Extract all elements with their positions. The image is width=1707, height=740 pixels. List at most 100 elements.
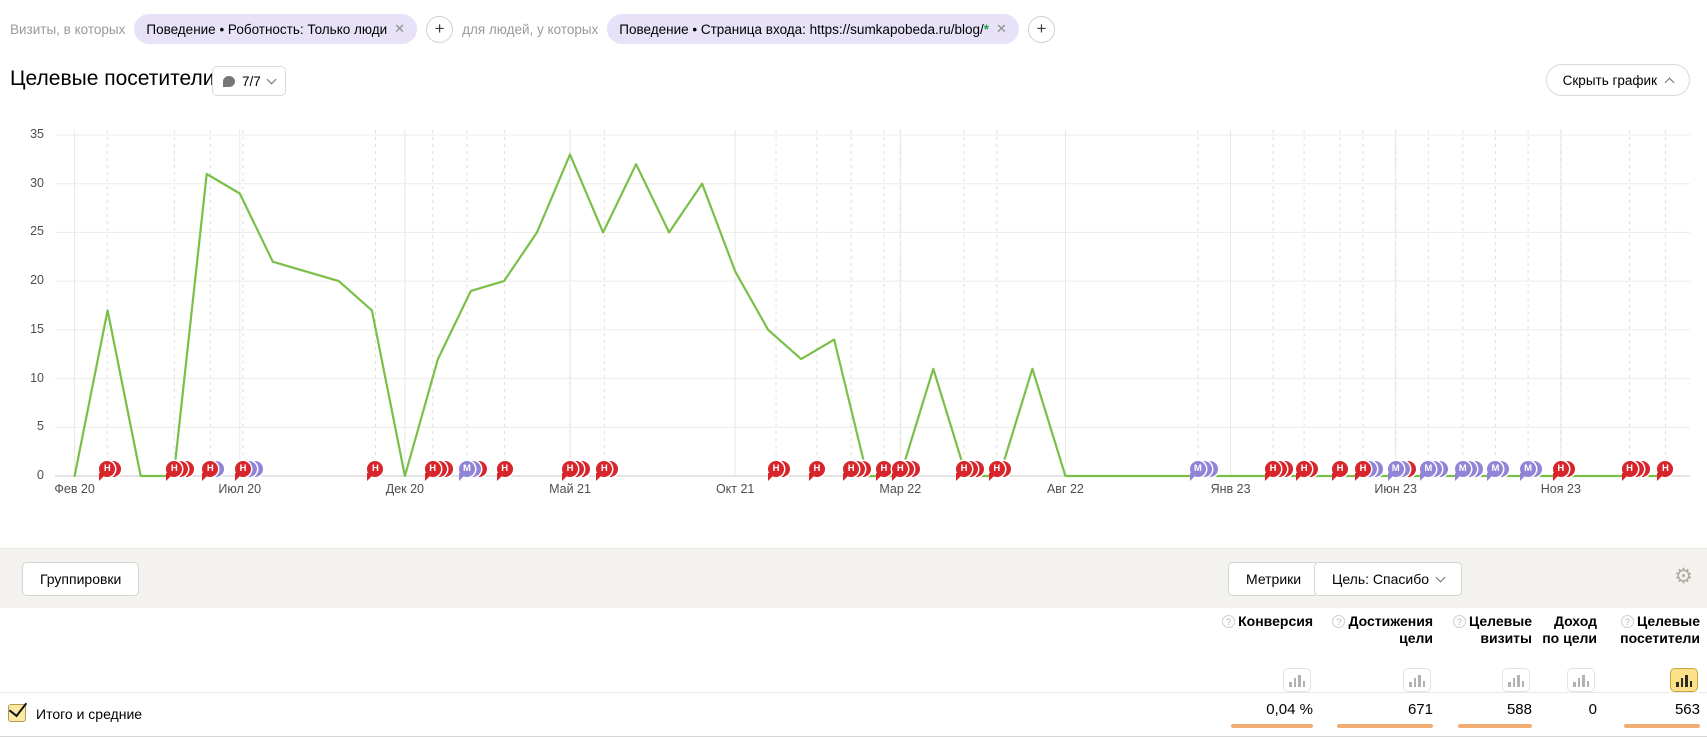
comment-marker-n[interactable]: Н — [562, 461, 578, 477]
chevron-down-icon — [266, 75, 276, 85]
totals-value-bar — [1458, 724, 1532, 728]
column-header-2[interactable]: ?Достижения цели — [1315, 613, 1433, 647]
filter-chip-landing-page[interactable]: Поведение • Страница входа: https://sumk… — [607, 14, 1019, 44]
y-axis-tick-label: 10 — [6, 371, 44, 385]
metrics-button[interactable]: Метрики — [1228, 562, 1319, 596]
column-header-1[interactable]: ?Конверсия — [1188, 613, 1313, 630]
x-axis-tick-label: Фев 20 — [40, 482, 110, 496]
chevron-down-icon — [1436, 573, 1446, 583]
comment-marker-n[interactable]: Н — [235, 461, 251, 477]
help-icon[interactable]: ? — [1621, 615, 1634, 628]
groupings-button[interactable]: Группировки — [22, 562, 139, 596]
comment-marker-m[interactable]: М — [1520, 461, 1536, 477]
totals-row: Итого и средние 0,04 %6715880563 — [0, 692, 1707, 737]
chevron-up-icon — [1665, 77, 1675, 87]
comment-bubble-letter-icon: М — [1455, 461, 1471, 477]
comment-marker-n[interactable]: Н — [596, 461, 612, 477]
comment-bubble-letter-icon: Н — [1296, 461, 1312, 477]
y-axis-tick-label: 30 — [6, 176, 44, 190]
totals-value: 0,04 % — [1193, 701, 1313, 718]
comment-marker-n[interactable]: Н — [956, 461, 972, 477]
comment-marker-n[interactable]: Н — [1622, 461, 1638, 477]
y-axis-tick-label: 35 — [6, 127, 44, 141]
comment-bubble-letter-icon: Н — [562, 461, 578, 477]
comment-marker-n[interactable]: Н — [425, 461, 441, 477]
comment-marker-n[interactable]: Н — [1657, 461, 1673, 477]
comment-marker-n[interactable]: Н — [1355, 461, 1371, 477]
filter-chip-robotness[interactable]: Поведение • Роботность: Только люди ✕ — [134, 14, 417, 44]
comment-marker-m[interactable]: М — [1420, 461, 1436, 477]
comment-marker-m[interactable]: М — [1190, 461, 1206, 477]
comment-bubble-letter-icon: Н — [235, 461, 251, 477]
comment-bubble-letter-icon: Н — [497, 461, 513, 477]
gear-icon[interactable]: ⚙ — [1674, 566, 1693, 587]
comment-marker-m[interactable]: М — [1388, 461, 1404, 477]
comment-marker-n[interactable]: Н — [989, 461, 1005, 477]
metric-chart-toggle-icon[interactable] — [1567, 668, 1595, 692]
comment-marker-n[interactable]: Н — [367, 461, 383, 477]
x-axis-tick-label: Июл 20 — [205, 482, 275, 496]
metric-chart-toggle-icon[interactable] — [1502, 668, 1530, 692]
comment-marker-n[interactable]: Н — [166, 461, 182, 477]
comment-marker-n[interactable]: Н — [1332, 461, 1348, 477]
totals-value-bar — [1624, 724, 1700, 728]
comment-bubble-letter-icon: Н — [367, 461, 383, 477]
comment-marker-n[interactable]: Н — [1553, 461, 1569, 477]
remove-filter-icon[interactable]: ✕ — [394, 21, 405, 37]
column-header-5[interactable]: ?Целевые посетители — [1582, 613, 1700, 647]
people-condition-label: для людей, у которых — [462, 22, 598, 37]
y-axis-tick-label: 5 — [6, 419, 44, 433]
comment-marker-m[interactable]: М — [459, 461, 475, 477]
add-people-filter-button[interactable]: + — [1028, 16, 1055, 43]
metric-chart-toggle-icon[interactable] — [1403, 668, 1431, 692]
comment-marker-m[interactable]: М — [1455, 461, 1471, 477]
comment-bubble-letter-icon: Н — [425, 461, 441, 477]
goal-select[interactable]: Цель: Спасибо — [1314, 562, 1462, 596]
chart-plot-area — [55, 124, 1690, 482]
comment-bubble-letter-icon: Н — [768, 461, 784, 477]
visits-condition-label: Визиты, в которых — [10, 22, 125, 37]
comment-marker-n[interactable]: Н — [843, 461, 859, 477]
hide-chart-button[interactable]: Скрыть график — [1546, 64, 1690, 96]
comment-marker-n[interactable]: Н — [497, 461, 513, 477]
comment-bubble-letter-icon: Н — [876, 461, 892, 477]
comment-marker-n[interactable]: Н — [1296, 461, 1312, 477]
add-visit-filter-button[interactable]: + — [426, 16, 453, 43]
y-axis-tick-label: 15 — [6, 322, 44, 336]
comment-bubble-letter-icon: Н — [1332, 461, 1348, 477]
metric-chart-toggle-icon[interactable] — [1283, 668, 1311, 692]
help-icon[interactable]: ? — [1453, 615, 1466, 628]
comment-marker-n[interactable]: Н — [892, 461, 908, 477]
comment-bubble-letter-icon: М — [1388, 461, 1404, 477]
comment-marker-n[interactable]: Н — [99, 461, 115, 477]
column-header-3[interactable]: ?Целевые визиты — [1436, 613, 1532, 647]
comment-bubble-letter-icon: М — [1190, 461, 1206, 477]
x-axis-tick-label: Янв 23 — [1196, 482, 1266, 496]
help-icon[interactable]: ? — [1222, 615, 1235, 628]
x-axis-tick-label: Мар 22 — [865, 482, 935, 496]
comment-marker-n[interactable]: Н — [202, 461, 218, 477]
comment-bubble-letter-icon: Н — [1622, 461, 1638, 477]
totals-value-bar — [1231, 724, 1313, 728]
comments-count: 7/7 — [242, 74, 261, 89]
help-icon[interactable]: ? — [1332, 615, 1345, 628]
comment-bubble-letter-icon: Н — [956, 461, 972, 477]
comment-marker-n[interactable]: Н — [876, 461, 892, 477]
comment-bubble-letter-icon: Н — [809, 461, 825, 477]
comments-dropdown[interactable]: 7/7 — [212, 66, 286, 96]
comment-marker-n[interactable]: Н — [1265, 461, 1281, 477]
metric-chart-toggle-icon[interactable] — [1670, 668, 1698, 692]
x-axis-tick-label: Дек 20 — [370, 482, 440, 496]
x-axis-tick-label: Май 21 — [535, 482, 605, 496]
metrica-report-page: { "filter_bar": { "visits_label": "Визит… — [0, 0, 1707, 740]
comment-marker-n[interactable]: Н — [768, 461, 784, 477]
y-axis-tick-label: 0 — [6, 468, 44, 482]
totals-checkbox[interactable] — [8, 704, 26, 722]
segment-filter-bar: Визиты, в которых Поведение • Роботность… — [10, 13, 1055, 45]
comment-marker-n[interactable]: Н — [809, 461, 825, 477]
remove-filter-icon[interactable]: ✕ — [996, 21, 1007, 37]
comment-bubble-letter-icon: Н — [1553, 461, 1569, 477]
comment-marker-m[interactable]: М — [1487, 461, 1503, 477]
totals-value-bar — [1337, 724, 1433, 728]
comment-bubble-letter-icon: Н — [1265, 461, 1281, 477]
